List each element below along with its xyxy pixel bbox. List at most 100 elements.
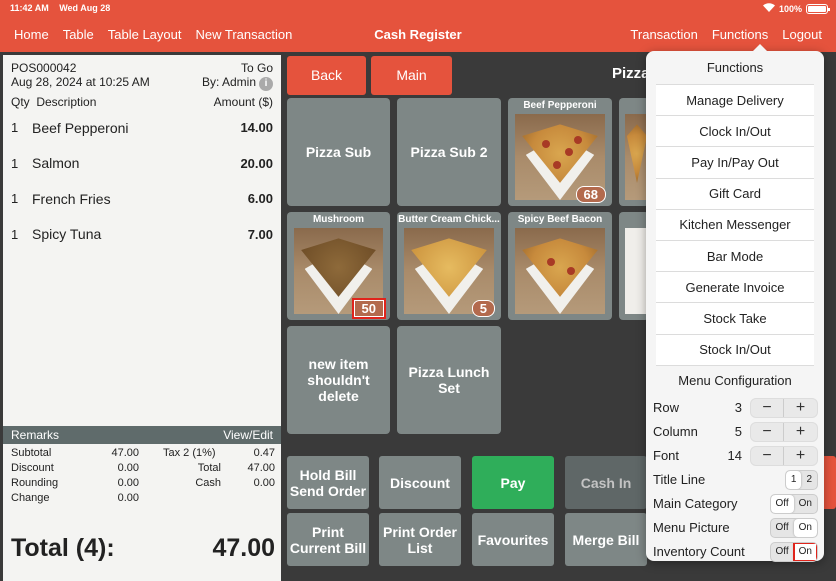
tile-pizza-sub[interactable]: Pizza Sub (287, 98, 390, 206)
menu-manage-delivery[interactable]: Manage Delivery (656, 84, 814, 116)
pay-button[interactable]: Pay (472, 456, 554, 509)
main-button[interactable]: Main (371, 56, 452, 95)
item-description: Salmon (32, 155, 80, 172)
tile-spicy-beef-bacon[interactable]: Spicy Beef Bacon (508, 212, 612, 320)
menu-pay-in-pay-out[interactable]: Pay In/Pay Out (656, 146, 814, 178)
battery-icon (806, 3, 830, 14)
font-stepper[interactable]: − + (750, 445, 818, 466)
inventory-count-off[interactable]: Off (771, 543, 794, 561)
tax-label: Tax 2 (1%) (163, 447, 216, 459)
inventory-count-label: Inventory Count (653, 544, 745, 560)
menu-stock-in-out[interactable]: Stock In/Out (656, 333, 814, 365)
item-amount: 14.00 (240, 120, 273, 136)
plus-icon[interactable]: + (784, 447, 817, 465)
menu-picture-segmented[interactable]: Off On (769, 517, 818, 538)
tile-new-item[interactable]: new item shouldn't delete (287, 326, 390, 434)
menu-clock-in-out[interactable]: Clock In/Out (656, 115, 814, 147)
receipt-by: By: Admin i (202, 75, 273, 91)
nav-functions[interactable]: Functions (712, 27, 768, 42)
tile-pizza-lunch-set[interactable]: Pizza Lunch Set (397, 326, 501, 434)
minus-icon[interactable]: − (751, 398, 784, 417)
tile-name: Mushroom (312, 214, 365, 225)
main-category-setting: Main Category Off On (646, 492, 824, 516)
nav-table[interactable]: Table (63, 27, 94, 42)
receipt-datetime: Aug 28, 2024 at 10:25 AM (11, 75, 150, 89)
tile-mushroom[interactable]: Mushroom 50 (287, 212, 390, 320)
subtotal-label: Subtotal (11, 447, 52, 459)
title-line-1[interactable]: 1 (785, 470, 802, 489)
menu-gift-card[interactable]: Gift Card (656, 177, 814, 209)
menu-stock-take[interactable]: Stock Take (656, 302, 814, 334)
plus-icon[interactable]: + (784, 399, 817, 417)
menu-kitchen-messenger[interactable]: Kitchen Messenger (656, 208, 814, 240)
receipt-by-label: By: Admin (201, 75, 256, 89)
hold-bill-label: Hold Bill Send Order (289, 466, 367, 499)
title-line-setting: Title Line 1 2 (646, 468, 824, 492)
merge-bill-button[interactable]: Merge Bill (565, 513, 647, 566)
item-qty: 1 (11, 226, 19, 242)
column-stepper[interactable]: − + (750, 421, 818, 442)
print-order-list-button[interactable]: Print Order List (379, 513, 461, 566)
nav-transaction[interactable]: Transaction (630, 27, 697, 42)
back-button[interactable]: Back (287, 56, 366, 95)
print-current-bill-button[interactable]: Print Current Bill (287, 513, 369, 566)
receipt-columns: Qty Description Amount ($) (3, 95, 281, 109)
tile-beef-pepperoni[interactable]: Beef Pepperoni 68 (508, 98, 612, 206)
total-label: Total (197, 462, 221, 474)
order-type[interactable]: To Go (241, 61, 273, 75)
tile-pizza-sub-2[interactable]: Pizza Sub 2 (397, 98, 501, 206)
grand-total-value: 47.00 (212, 534, 275, 562)
col-qty: Qty (11, 95, 30, 109)
info-icon[interactable]: i (259, 77, 273, 91)
change-label: Change (11, 492, 50, 504)
main-category-segmented[interactable]: Off On (769, 493, 818, 514)
title-line-label: Title Line (653, 472, 706, 488)
item-description: Beef Pepperoni (32, 119, 129, 136)
tile-butter-cream-chicken[interactable]: Butter Cream Chick... 5 (397, 212, 501, 320)
main-category-on[interactable]: On (794, 495, 817, 513)
receipt-item[interactable]: 1 French Fries 6.00 (3, 181, 281, 217)
inventory-count-segmented[interactable]: Off On (769, 541, 818, 562)
tile-partial[interactable] (619, 98, 649, 206)
column-label: Column (653, 424, 698, 440)
hold-bill-send-order-button[interactable]: Hold Bill Send Order (287, 456, 369, 509)
wifi-icon (762, 3, 775, 14)
favourites-button[interactable]: Favourites (472, 513, 554, 566)
plus-icon[interactable]: + (784, 423, 817, 441)
remarks-bar[interactable]: Remarks View/Edit (3, 426, 281, 444)
minus-icon[interactable]: − (751, 446, 784, 465)
item-amount: 7.00 (247, 226, 273, 242)
menu-generate-invoice[interactable]: Generate Invoice (656, 271, 814, 303)
receipt-item[interactable]: 1 Beef Pepperoni 14.00 (3, 110, 281, 146)
menu-bar-mode[interactable]: Bar Mode (656, 239, 814, 272)
tile-partial[interactable] (619, 212, 649, 320)
nav-new-transaction[interactable]: New Transaction (196, 27, 293, 42)
item-description: Spicy Tuna (32, 226, 102, 243)
minus-icon[interactable]: − (751, 422, 784, 441)
title-line-2[interactable]: 2 (801, 471, 817, 489)
popover-title: Functions (706, 60, 764, 75)
menu-picture-off[interactable]: Off (771, 519, 794, 537)
nav-table-layout[interactable]: Table Layout (108, 27, 182, 42)
receipt-panel: POS000042 To Go Aug 28, 2024 at 10:25 AM… (3, 55, 281, 426)
discount-button[interactable]: Discount (379, 456, 461, 509)
menu-picture-on[interactable]: On (793, 518, 817, 537)
nav-logout[interactable]: Logout (782, 27, 822, 42)
inventory-count-on[interactable]: On (792, 542, 818, 561)
cash-in-button[interactable]: Cash In (565, 456, 647, 509)
subtotal-value: 47.00 (111, 447, 139, 459)
title-line-segmented[interactable]: 1 2 (784, 469, 818, 490)
receipt-item[interactable]: 1 Salmon 20.00 (3, 146, 281, 182)
tile-name: Spicy Beef Bacon (517, 214, 603, 225)
main-category-off[interactable]: Off (770, 494, 794, 513)
receipt-number: POS000042 (11, 61, 77, 75)
view-edit-link[interactable]: View/Edit (223, 428, 273, 442)
status-date: Wed Aug 28 (59, 3, 111, 13)
font-setting: Font 14 − + (646, 444, 824, 468)
discount-label: Discount (11, 462, 54, 474)
nav-home[interactable]: Home (14, 27, 49, 42)
menu-configuration-heading: Menu Configuration (656, 364, 814, 396)
menu-picture-label: Menu Picture (653, 520, 730, 536)
receipt-item[interactable]: 1 Spicy Tuna 7.00 (3, 217, 281, 253)
row-stepper[interactable]: − + (750, 397, 818, 418)
